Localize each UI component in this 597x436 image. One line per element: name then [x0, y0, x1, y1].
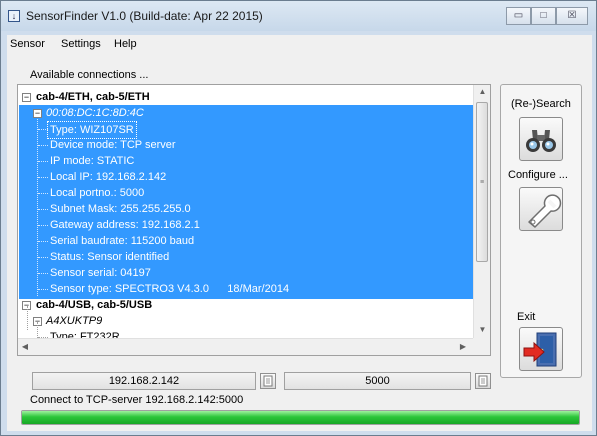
exit-door-icon — [523, 332, 557, 367]
copy-ip-button[interactable] — [260, 373, 276, 389]
close-button[interactable]: ☒ — [556, 7, 588, 25]
tree-node-property[interactable]: Subnet Mask: 255.255.255.0 — [19, 201, 473, 217]
tree-vertical-scrollbar[interactable]: ▲ ≡ ▼ — [473, 85, 490, 340]
menu-help[interactable]: Help — [114, 38, 137, 50]
configure-button[interactable] — [519, 187, 563, 231]
tree-node-usb-group[interactable]: − cab-4/USB, cab-5/USB — [19, 297, 473, 313]
scroll-down-icon[interactable]: ▼ — [474, 325, 490, 334]
tree-node-property[interactable]: Serial baudrate: 115200 baud — [19, 233, 473, 249]
scroll-right-icon[interactable]: ▶ — [458, 342, 468, 351]
tree-node-property[interactable]: Gateway address: 192.168.2.1 — [19, 217, 473, 233]
ip-address-field[interactable]: 192.168.2.142 — [32, 372, 256, 390]
tree-horizontal-scrollbar[interactable]: ◀ ▶ — [18, 338, 473, 355]
configure-label: Configure ... — [508, 169, 568, 181]
copy-icon — [478, 375, 488, 387]
tree-node-eth-group[interactable]: − cab-4/ETH, cab-5/ETH — [19, 89, 473, 105]
tree-node-property[interactable]: Sensor serial: 04197 — [19, 265, 473, 281]
scrollbar-corner — [473, 338, 490, 355]
tree-node-property[interactable]: Local portno.: 5000 — [19, 185, 473, 201]
main-panel: Available connections ... − cab-4/ETH, c… — [7, 53, 592, 431]
connection-progress-bar — [21, 410, 580, 425]
search-button[interactable] — [519, 117, 563, 161]
port-field[interactable]: 5000 — [284, 372, 471, 390]
menu-sensor[interactable]: Sensor — [10, 38, 45, 50]
scroll-up-icon[interactable]: ▲ — [474, 87, 490, 96]
menu-bar: Sensor Settings Help — [7, 35, 592, 54]
scroll-thumb[interactable]: ≡ — [476, 102, 488, 262]
copy-port-button[interactable] — [475, 373, 491, 389]
connections-tree[interactable]: − cab-4/ETH, cab-5/ETH − 00:08:DC:1C:8D:… — [17, 84, 491, 356]
title-bar: ↓ SensorFinder V1.0 (Build-date: Apr 22 … — [1, 1, 596, 31]
scroll-left-icon[interactable]: ◀ — [20, 342, 30, 351]
tree-node-property[interactable]: Status: Sensor identified — [19, 249, 473, 265]
tree-node-device-usb[interactable]: − A4XUKTP9 — [19, 313, 473, 329]
tree-node-property[interactable]: Local IP: 192.168.2.142 — [19, 169, 473, 185]
minimize-button[interactable]: ▭ — [506, 7, 531, 25]
app-window: ↓ SensorFinder V1.0 (Build-date: Apr 22 … — [0, 0, 597, 436]
collapse-icon[interactable]: − — [22, 93, 31, 102]
menu-settings[interactable]: Settings — [61, 38, 101, 50]
tree-node-property[interactable]: IP mode: STATIC — [19, 153, 473, 169]
status-text: Connect to TCP-server 192.168.2.142:5000 — [30, 394, 244, 406]
tree-node-property[interactable]: Device mode: TCP server — [19, 137, 473, 153]
tree-node-property[interactable]: Sensor type: SPECTRO3 V4.3.0 18/Mar/2014 — [19, 281, 473, 297]
exit-label: Exit — [517, 311, 536, 323]
tree-node-device-eth[interactable]: − 00:08:DC:1C:8D:4C — [19, 105, 473, 121]
wrench-icon — [528, 194, 562, 228]
exit-button[interactable] — [519, 327, 563, 371]
connections-label: Available connections ... — [30, 69, 149, 81]
copy-icon — [263, 375, 273, 387]
window-title: SensorFinder V1.0 (Build-date: Apr 22 20… — [26, 9, 263, 23]
collapse-icon[interactable]: − — [33, 109, 42, 118]
progress-fill — [22, 411, 579, 424]
action-panel: (Re-)Search Configure ... Exit — [500, 84, 582, 378]
search-label: (Re-)Search — [511, 98, 571, 110]
maximize-button[interactable]: □ — [531, 7, 556, 25]
tree-node-property[interactable]: Type: WIZ107SR — [19, 121, 473, 139]
binoculars-icon — [526, 130, 556, 152]
app-icon: ↓ — [8, 10, 20, 22]
